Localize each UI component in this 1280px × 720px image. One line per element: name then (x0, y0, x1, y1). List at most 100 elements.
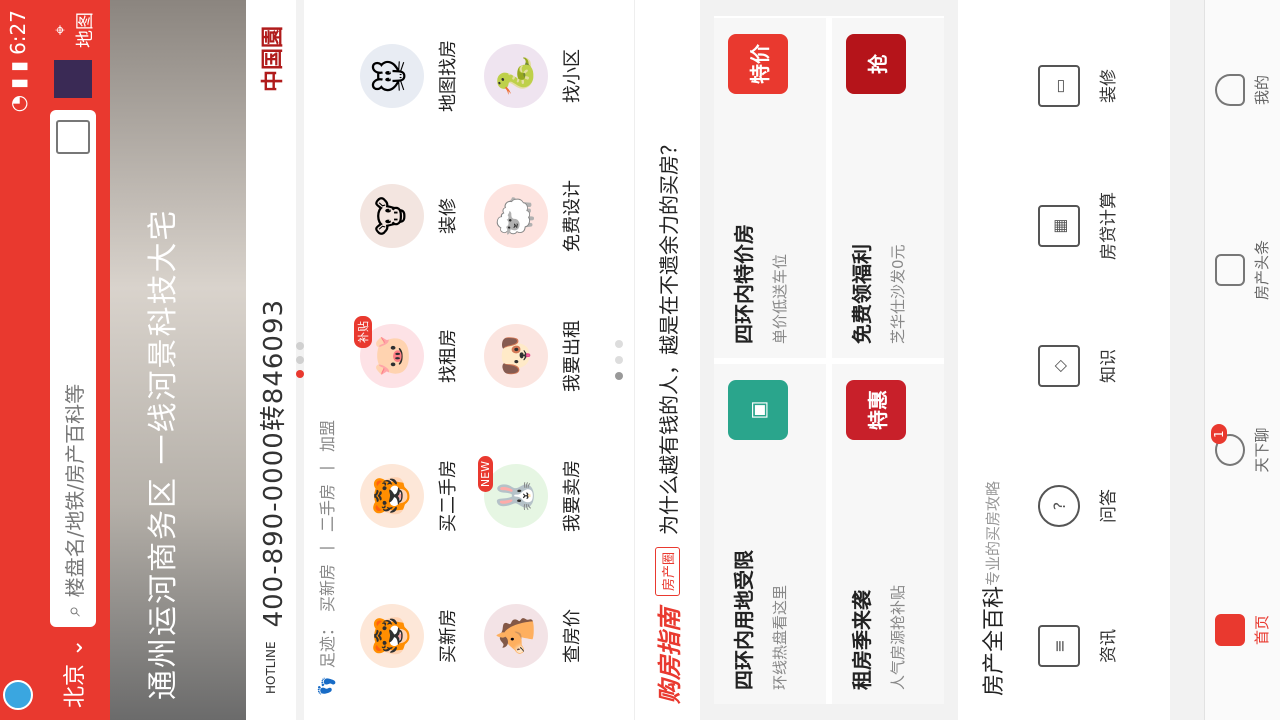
wiki-news[interactable]: ≡ 资讯 (1038, 586, 1158, 706)
wiki-label: 资讯 (1099, 629, 1119, 663)
ad-banner[interactable]: 通州运河商务区 一线河景科技大宅 (110, 0, 246, 720)
service-decoration[interactable]: 🐮 装修 (356, 156, 476, 276)
new-badge: NEW (478, 456, 493, 493)
discount-icon: 特惠 (846, 380, 906, 440)
project-logo: 中国園 (261, 26, 286, 93)
map-pin-icon: ⌖ (49, 24, 71, 36)
deal-card[interactable]: 免费领福利 芝华仕沙发0元 抢 (832, 18, 944, 358)
snake-icon: 🐍 (484, 44, 548, 108)
app-screen: ◔ ▮ ▮ 6:27 北京 ⌄ ⌕ 楼盘名/地铁/房产百科等 ⌖ 地图 通州运河… (0, 0, 1280, 720)
guide-tag: 房产圈 (655, 546, 680, 596)
wiki-qa[interactable]: ? 问答 (1038, 446, 1158, 566)
map-button[interactable]: ⌖ 地图 (50, 12, 97, 48)
wiki-subtitle: 专业的买房攻略 (984, 480, 1002, 586)
tab-headlines[interactable]: 房产头条 (1205, 180, 1280, 360)
wiki-title: 房产全百科 (982, 585, 1007, 696)
service-sell[interactable]: 🐰 NEW 我要卖房 (478, 436, 600, 556)
tiger-icon: 🐯 (360, 464, 424, 528)
pager-dot (615, 356, 623, 364)
banner-slogan: 通州运河商务区 一线河景科技大宅 (146, 208, 181, 700)
wiki-label: 知识 (1099, 349, 1119, 383)
service-label: 查房价 (562, 609, 583, 663)
guide-headline: 为什么越有钱的人，越是在不遗余力的买房？ (657, 134, 681, 535)
service-map-search[interactable]: 🐭 地图找房 (356, 16, 476, 136)
tab-chat[interactable]: 1 天下聊 (1205, 360, 1280, 540)
service-label: 装修 (438, 198, 459, 234)
banner-dot (296, 370, 304, 378)
footprint-icon: 👣 (316, 676, 336, 696)
guide-title: 购房指南 (656, 608, 684, 704)
knowledge-icon: ◇ (1038, 345, 1080, 387)
hotline-bar[interactable]: HOTLINE 400-890-0000转846093 中国園 (246, 0, 296, 720)
calculator-icon: ▦ (1038, 205, 1080, 247)
service-label: 免费设计 (562, 180, 583, 252)
service-label: 买二手房 (438, 460, 459, 532)
tab-label: 首页 (1252, 615, 1271, 646)
service-buy-resale[interactable]: 🐯 买二手房 (356, 436, 476, 556)
deal-card[interactable]: 四环内特价房 单价低送车位 特价 (714, 18, 826, 358)
promo-thumbnail[interactable] (54, 60, 92, 98)
hotline-label: HOTLINE (264, 641, 278, 694)
search-placeholder: 楼盘名/地铁/房产百科等 (62, 383, 87, 598)
service-label: 我要出租 (562, 320, 583, 392)
pager-dot (615, 372, 623, 380)
scan-icon[interactable] (56, 120, 90, 154)
property-wiki: 房产全百科 专业的买房攻略 ≡ 资讯 ? 问答 ◇ 知识 ▦ 房贷计算 ▭ 装修 (958, 0, 1170, 720)
ox-icon: 🐮 (360, 184, 424, 248)
deal-card[interactable]: 四环内用地受限 环线热盘看这里 ▣ (714, 364, 826, 704)
tab-label: 天下聊 (1252, 427, 1271, 473)
service-label: 找租房 (438, 329, 459, 383)
wiki-knowledge[interactable]: ◇ 知识 (1038, 306, 1158, 426)
tiger-icon: 🐯 (360, 604, 424, 668)
top-header: 北京 ⌄ ⌕ 楼盘名/地铁/房产百科等 ⌖ 地图 (36, 0, 110, 720)
service-free-design[interactable]: 🐑 免费设计 (480, 156, 600, 276)
deal-card[interactable]: 租房季来袭 人气房源抢补贴 特惠 (832, 364, 944, 704)
rabbit-icon: 🐰 NEW (478, 456, 548, 528)
wifi-icon: ◔ (6, 94, 30, 113)
wiki-loan-calculator[interactable]: ▦ 房贷计算 (1038, 166, 1158, 286)
house-icon: ▣ (728, 380, 788, 440)
home-icon (1214, 614, 1245, 646)
tab-label: 我的 (1252, 75, 1271, 106)
bottom-tab-bar: 首页 1 天下聊 房产头条 我的 (1204, 0, 1280, 720)
dog-icon: 🐶 (484, 324, 548, 388)
service-pager (604, 0, 634, 720)
service-label: 找小区 (562, 49, 583, 103)
service-find-community[interactable]: 🐍 找小区 (480, 16, 600, 136)
service-grid: 🐯 买新房 🐯 买二手房 🐷 补贴 找租房 🐮 装修 🐭 地图找房 🐴 查房价 🐰… (348, 0, 604, 720)
city-selector[interactable]: 北京 ⌄ (57, 639, 89, 708)
signal-icon: ▮ (6, 77, 30, 89)
service-rent[interactable]: 🐷 补贴 找租房 (354, 296, 476, 416)
service-label: 我要卖房 (562, 460, 583, 532)
user-icon (1214, 74, 1245, 106)
footprint-item[interactable]: 买新房 (314, 564, 338, 612)
deal-cards: 四环内用地受限 环线热盘看这里 ▣ 四环内特价房 单价低送车位 特价 租房季来袭… (714, 16, 944, 704)
hotline-number: 400-890-0000转846093 (258, 298, 289, 628)
banner-pager (296, 0, 304, 720)
service-label: 地图找房 (438, 40, 459, 112)
service-let[interactable]: 🐶 我要出租 (480, 296, 600, 416)
headlines-icon (1214, 254, 1245, 286)
tab-home[interactable]: 首页 (1205, 540, 1280, 720)
status-bar: ◔ ▮ ▮ 6:27 (0, 0, 36, 720)
search-icon: ⌕ (61, 605, 85, 617)
tab-profile[interactable]: 我的 (1205, 0, 1280, 180)
battery-icon: ▮ (6, 60, 30, 72)
unread-badge: 1 (1211, 424, 1227, 444)
footprint-item[interactable]: 加盟 (314, 420, 338, 452)
footprint-bar: 👣 足迹： 买新房丨 二手房丨 加盟 (304, 0, 348, 720)
search-input[interactable]: ⌕ 楼盘名/地铁/房产百科等 (50, 110, 96, 627)
city-label: 北京 (63, 663, 88, 708)
banner-dot (296, 356, 304, 364)
footprint-item[interactable]: 二手房 (314, 484, 338, 532)
grab-icon: 抢 (846, 34, 906, 94)
subsidy-badge: 补贴 (354, 316, 372, 348)
service-buy-new[interactable]: 🐯 买新房 (356, 576, 476, 696)
service-label: 买新房 (438, 609, 459, 663)
pager-dot (615, 340, 623, 348)
service-price-check[interactable]: 🐴 查房价 (480, 576, 600, 696)
buying-guide-bar[interactable]: 购房指南 房产圈 为什么越有钱的人，越是在不遗余力的买房？ (634, 0, 700, 720)
wiki-label: 房贷计算 (1099, 192, 1119, 260)
footprint-label: 足迹： (318, 620, 337, 669)
wiki-decoration[interactable]: ▭ 装修 (1038, 26, 1158, 146)
